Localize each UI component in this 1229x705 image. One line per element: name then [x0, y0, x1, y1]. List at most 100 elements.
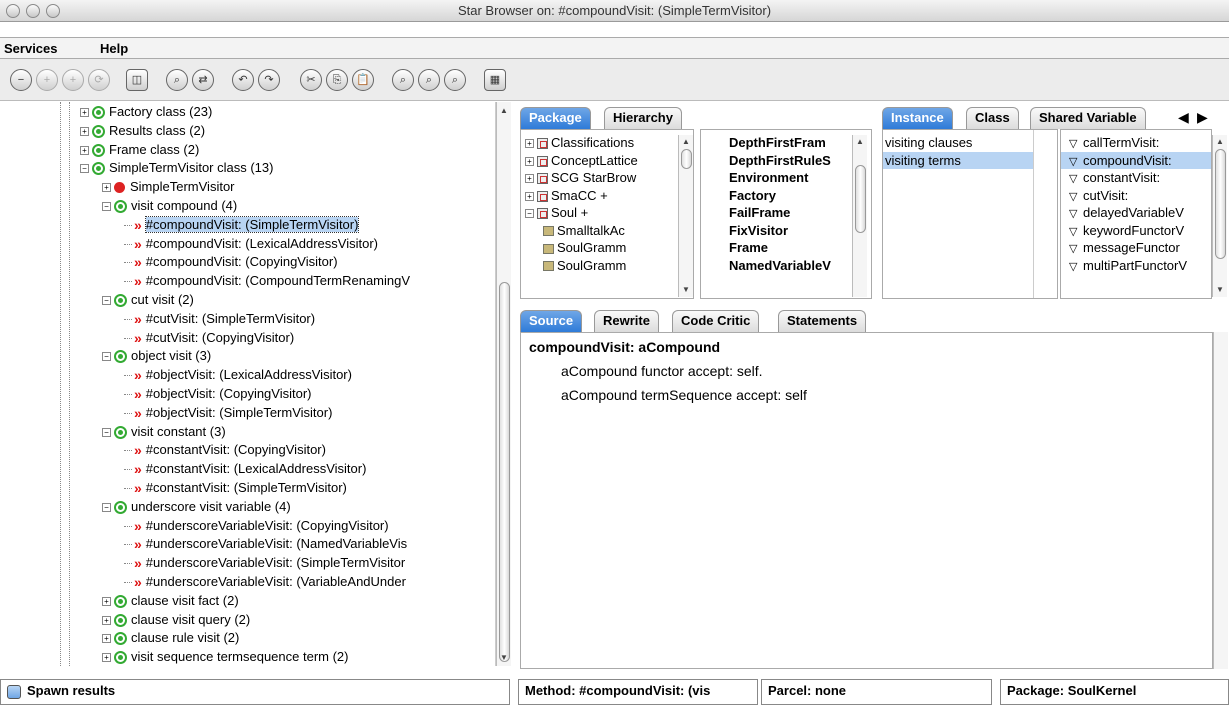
- expand-icon[interactable]: +: [102, 596, 111, 606]
- spawn-results-option[interactable]: Spawn results: [0, 679, 510, 705]
- spawn-results-checkbox[interactable]: [7, 684, 21, 699]
- class-item[interactable]: FailFrame: [729, 204, 790, 221]
- tree-method-row[interactable]: » #constantVisit: (SimpleTermVisitor): [124, 478, 347, 497]
- package-scroll-thumb[interactable]: [681, 149, 692, 169]
- expand-icon[interactable]: +: [80, 126, 89, 136]
- package-item[interactable]: SmalltalkAc: [543, 222, 625, 239]
- package-item[interactable]: + ConceptLattice: [525, 152, 638, 169]
- package-item[interactable]: SoulGramm: [543, 239, 626, 256]
- expand-icon[interactable]: +: [525, 156, 534, 166]
- tree-category-row[interactable]: − cut visit (2): [102, 290, 194, 309]
- menu-services[interactable]: Services: [4, 41, 58, 56]
- collapse-icon[interactable]: −: [80, 164, 89, 174]
- expand-icon[interactable]: +: [80, 108, 89, 118]
- tree-category-row[interactable]: − visit compound (4): [102, 196, 237, 215]
- tree-method-row[interactable]: » #constantVisit: (LexicalAddressVisitor): [124, 459, 366, 478]
- remove-icon[interactable]: −: [10, 69, 32, 91]
- paste-icon[interactable]: 📋: [352, 69, 374, 91]
- class-scrollbar[interactable]: ▲: [852, 135, 867, 297]
- tree-scrollbar[interactable]: ▲ ▼: [496, 102, 511, 666]
- protocol-item[interactable]: visiting clauses: [883, 134, 1033, 151]
- find-icon[interactable]: ⌕: [166, 69, 188, 91]
- package-list[interactable]: + Classifications + ConceptLattice + SCG Star…: [520, 129, 694, 299]
- undo-icon[interactable]: ↶: [232, 69, 254, 91]
- tree-method-row[interactable]: » #compoundVisit: (SimpleTermVisitor): [124, 215, 360, 234]
- menu-help[interactable]: Help: [100, 41, 128, 56]
- package-item[interactable]: SoulGramm: [543, 257, 626, 274]
- collapse-icon[interactable]: −: [102, 427, 111, 437]
- tab-source[interactable]: Source: [520, 310, 583, 332]
- redo-icon[interactable]: ↷: [258, 69, 280, 91]
- copy-icon[interactable]: ⎘: [326, 69, 348, 91]
- tab-code-critic[interactable]: Code Critic: [672, 310, 760, 332]
- expand-icon[interactable]: +: [80, 145, 89, 155]
- tree-category-row[interactable]: + visit sequence termsequence term (2): [102, 647, 348, 666]
- find-senders-icon[interactable]: ⌕: [418, 69, 440, 91]
- method-tree[interactable]: + Factory class (23) + Results class (2) + Fr…: [8, 102, 496, 666]
- selector-item[interactable]: ▽ cutVisit:: [1061, 187, 1211, 204]
- class-item[interactable]: Environment: [729, 169, 808, 186]
- package-item[interactable]: + SCG StarBrow: [525, 169, 636, 186]
- package-scrollbar[interactable]: ▲ ▼: [678, 135, 693, 297]
- selector-scroll-thumb[interactable]: [1215, 149, 1226, 259]
- expand-icon[interactable]: +: [525, 174, 534, 184]
- tree-method-row[interactable]: » #underscoreVariableVisit: (VariableAndU…: [124, 572, 406, 591]
- collapse-icon[interactable]: −: [102, 352, 111, 362]
- class-list[interactable]: DepthFirstFram DepthFirstRuleS Environment…: [700, 129, 872, 299]
- tab-shared-variable[interactable]: Shared Variable: [1030, 107, 1146, 129]
- tab-package[interactable]: Package: [520, 107, 591, 129]
- tab-hierarchy[interactable]: Hierarchy: [604, 107, 682, 129]
- class-item[interactable]: FixVisitor: [729, 222, 788, 239]
- source-scrollbar[interactable]: [1213, 332, 1228, 669]
- tree-category-row[interactable]: + Frame class (2): [80, 140, 199, 159]
- tree-category-row[interactable]: + Results class (2): [80, 121, 205, 140]
- tree-category-row[interactable]: + clause visit query (2): [102, 610, 250, 629]
- tree-method-row[interactable]: » #objectVisit: (CopyingVisitor): [124, 384, 312, 403]
- method-signature[interactable]: compoundVisit: aCompound: [529, 339, 720, 355]
- tab-class[interactable]: Class: [966, 107, 1019, 129]
- selector-scrollbar[interactable]: ▲ ▼: [1212, 135, 1227, 297]
- selector-item[interactable]: ▽ compoundVisit:: [1061, 151, 1211, 169]
- selector-item[interactable]: ▽ multiPartFunctorV: [1061, 257, 1211, 274]
- package-item[interactable]: − Soul +: [525, 204, 588, 221]
- selector-item[interactable]: ▽ constantVisit:: [1061, 169, 1211, 186]
- tree-method-row[interactable]: » #compoundVisit: (CopyingVisitor): [124, 252, 338, 271]
- tree-method-row[interactable]: » #underscoreVariableVisit: (NamedVariabl…: [124, 534, 407, 553]
- tree-method-row[interactable]: » #constantVisit: (CopyingVisitor): [124, 440, 326, 459]
- selector-list[interactable]: ▽ callTermVisit: ▽ compoundVisit: ▽ constantV…: [1060, 129, 1212, 299]
- cut-icon[interactable]: ✂: [300, 69, 322, 91]
- selector-item[interactable]: ▽ delayedVariableV: [1061, 204, 1211, 221]
- add-alt-icon[interactable]: +: [62, 69, 84, 91]
- tree-method-row[interactable]: » #underscoreVariableVisit: (CopyingVisit…: [124, 516, 389, 535]
- chevron-left-icon[interactable]: ◀: [1178, 109, 1189, 126]
- source-editor[interactable]: compoundVisit: aCompound aCompound funct…: [520, 332, 1213, 669]
- tree-category-row[interactable]: − SimpleTermVisitor class (13): [80, 158, 273, 177]
- add-icon[interactable]: +: [36, 69, 58, 91]
- tree-category-row[interactable]: − visit constant (3): [102, 422, 226, 441]
- search-replace-icon[interactable]: ⇄: [192, 69, 214, 91]
- class-item[interactable]: NamedVariableV: [729, 257, 831, 274]
- tree-category-row[interactable]: + clause rule visit (2): [102, 628, 239, 647]
- selector-item[interactable]: ▽ keywordFunctorV: [1061, 222, 1211, 239]
- tree-method-row[interactable]: » #compoundVisit: (LexicalAddressVisitor): [124, 234, 378, 253]
- tree-category-row[interactable]: + Factory class (23): [80, 102, 212, 121]
- expand-icon[interactable]: +: [102, 634, 111, 644]
- expand-icon[interactable]: +: [525, 139, 534, 149]
- class-item[interactable]: DepthFirstFram: [729, 134, 826, 151]
- tree-category-row[interactable]: + clause visit fact (2): [102, 591, 239, 610]
- refresh-icon[interactable]: ⟳: [88, 69, 110, 91]
- collapse-icon[interactable]: −: [525, 209, 534, 219]
- expand-icon[interactable]: +: [102, 653, 111, 663]
- tab-statements[interactable]: Statements: [778, 310, 867, 332]
- tree-method-row[interactable]: » #objectVisit: (SimpleTermVisitor): [124, 403, 332, 422]
- find-selector-icon[interactable]: ⌕: [392, 69, 414, 91]
- expand-icon[interactable]: +: [525, 191, 534, 201]
- class-scroll-thumb[interactable]: [855, 165, 866, 233]
- package-item[interactable]: + SmaCC +: [525, 187, 608, 204]
- class-item[interactable]: Frame: [729, 239, 768, 256]
- tree-method-row[interactable]: » #cutVisit: (SimpleTermVisitor): [124, 309, 315, 328]
- tab-instance[interactable]: Instance: [882, 107, 953, 129]
- expand-icon[interactable]: +: [102, 615, 111, 625]
- split-view-icon[interactable]: ◫: [126, 69, 148, 91]
- protocol-list[interactable]: visiting clauses visiting terms: [882, 129, 1058, 299]
